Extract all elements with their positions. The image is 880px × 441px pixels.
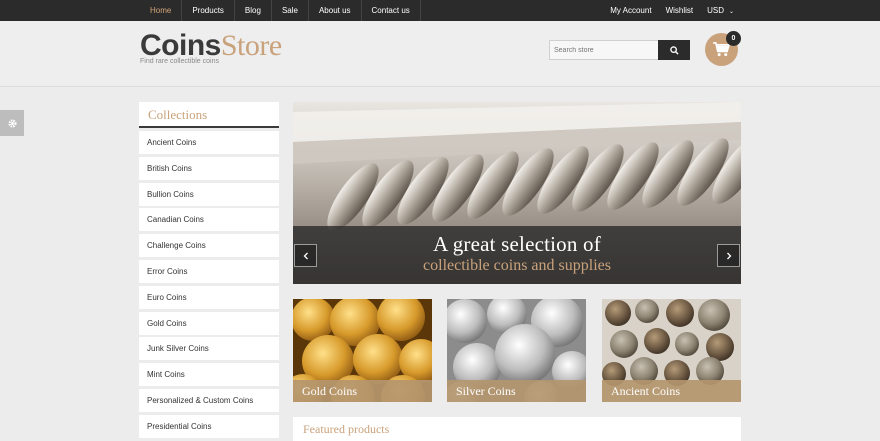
collection-item[interactable]: Gold Coins	[139, 311, 279, 335]
collections-title: Collections	[139, 102, 279, 128]
banner-label: Ancient Coins	[602, 380, 741, 402]
nav-about-us[interactable]: About us	[309, 0, 362, 21]
nav-blog[interactable]: Blog	[235, 0, 272, 21]
nav-sale[interactable]: Sale	[272, 0, 309, 21]
banner-label: Silver Coins	[447, 380, 586, 402]
collection-item[interactable]: Challenge Coins	[139, 234, 279, 258]
collection-item[interactable]: Ancient Coins	[139, 131, 279, 154]
chevron-left-icon	[303, 252, 308, 259]
search-input[interactable]	[549, 40, 658, 60]
search-icon	[669, 45, 679, 55]
featured-products-section: Featured products	[293, 417, 741, 441]
collection-item[interactable]: Error Coins	[139, 259, 279, 283]
banner-ancient-coins[interactable]: Ancient Coins	[602, 299, 741, 402]
nav-contact-us[interactable]: Contact us	[362, 0, 421, 21]
search-button[interactable]	[658, 40, 690, 60]
chevron-right-icon	[726, 252, 731, 259]
my-account-link[interactable]: My Account	[610, 6, 651, 15]
collection-item[interactable]: Mint Coins	[139, 363, 279, 387]
nav-products[interactable]: Products	[182, 0, 235, 21]
main-nav: Home Products Blog Sale About us Contact…	[140, 0, 421, 21]
collections-list: Ancient Coins British Coins Bullion Coin…	[139, 131, 279, 438]
collections-sidebar: Collections Ancient Coins British Coins …	[139, 102, 279, 441]
banner-gold-coins[interactable]: Gold Coins	[293, 299, 432, 402]
currency-label: USD	[707, 6, 725, 15]
featured-products-title: Featured products	[303, 422, 390, 436]
collection-item[interactable]: Euro Coins	[139, 285, 279, 309]
collection-item[interactable]: Junk Silver Coins	[139, 337, 279, 361]
cart-count-badge: 0	[726, 31, 741, 46]
collection-item[interactable]: Presidential Coins	[139, 414, 279, 438]
slider-next-button[interactable]	[717, 244, 740, 267]
gear-icon	[7, 118, 17, 128]
banner-label: Gold Coins	[293, 380, 432, 402]
currency-selector[interactable]: USD ⌄	[707, 6, 734, 15]
slide-caption-line1: A great selection of	[433, 232, 601, 256]
slider-prev-button[interactable]	[294, 244, 317, 267]
slide-caption-line2: collectible coins and supplies	[423, 257, 611, 274]
wishlist-link[interactable]: Wishlist	[666, 6, 694, 15]
top-bar: Home Products Blog Sale About us Contact…	[0, 0, 880, 21]
site-header: CoinsStore Find rare collectible coins 0	[0, 21, 880, 87]
hero-slider: A great selection of collectible coins a…	[293, 102, 741, 284]
cart-icon	[713, 42, 730, 57]
logo-light: Store	[220, 29, 282, 62]
slide-caption: A great selection of collectible coins a…	[293, 226, 741, 284]
nav-home[interactable]: Home	[140, 0, 183, 21]
collection-item[interactable]: Personalized & Custom Coins	[139, 388, 279, 412]
banner-silver-coins[interactable]: Silver Coins	[447, 299, 586, 402]
collection-item[interactable]: British Coins	[139, 156, 279, 180]
collection-item[interactable]: Bullion Coins	[139, 182, 279, 206]
collection-item[interactable]: Canadian Coins	[139, 208, 279, 232]
settings-tab[interactable]	[0, 110, 24, 136]
chevron-down-icon: ⌄	[728, 9, 734, 15]
account-links: My Account Wishlist USD ⌄	[596, 0, 734, 21]
site-tagline: Find rare collectible coins	[140, 58, 219, 65]
